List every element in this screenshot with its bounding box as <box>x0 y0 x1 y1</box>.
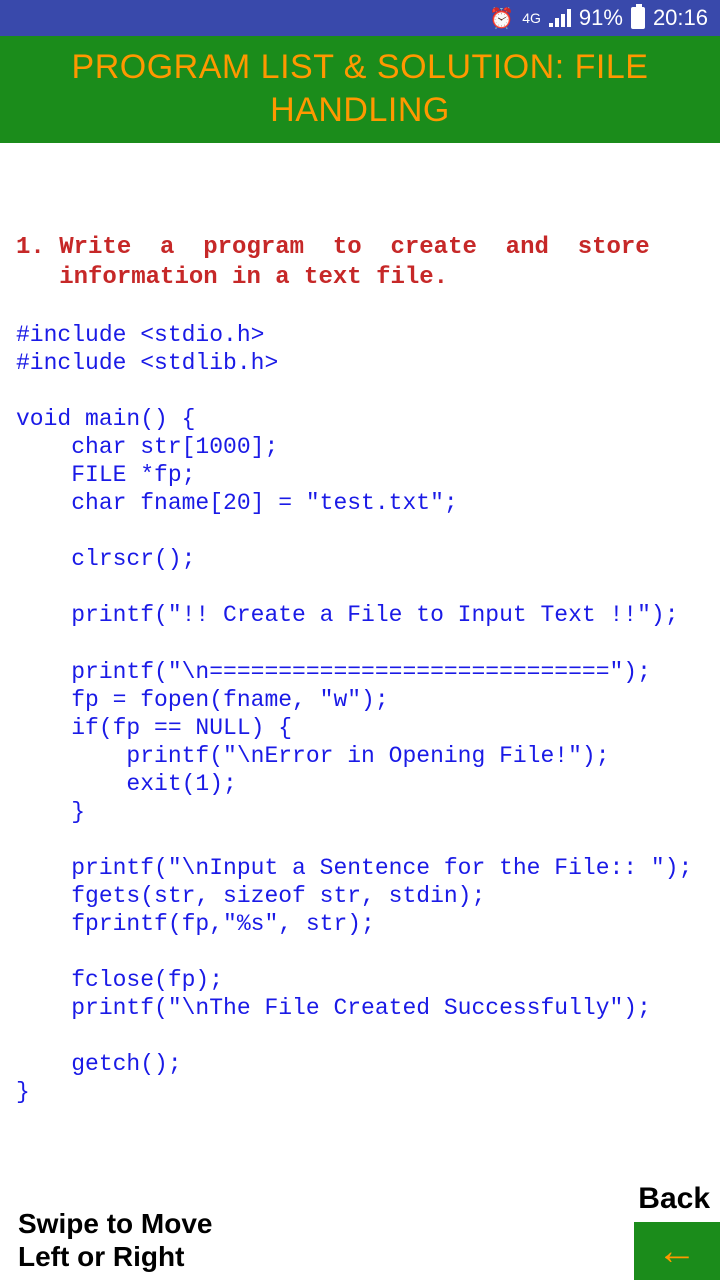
footer: Swipe to Move Left or Right Back ← <box>0 1194 720 1280</box>
content-area[interactable]: 1. Write a program to create and store i… <box>0 143 720 1223</box>
back-arrow-icon: ← <box>657 1229 697 1274</box>
battery-percent: 91% <box>579 5 623 31</box>
signal-icon <box>549 9 571 27</box>
alarm-icon: ⏰ <box>489 6 514 31</box>
back-button[interactable]: ← <box>634 1222 720 1280</box>
clock: 20:16 <box>653 5 708 31</box>
network-indicator: 4G <box>522 11 541 25</box>
page-title: PROGRAM LIST & SOLUTION: FILE HANDLING <box>0 36 720 143</box>
code-block: #include <stdio.h> #include <stdlib.h> v… <box>16 321 704 1106</box>
swipe-hint: Swipe to Move Left or Right <box>18 1207 212 1274</box>
back-label: Back <box>638 1182 710 1216</box>
status-bar: ⏰ 4G 91% 20:16 <box>0 0 720 36</box>
battery-icon <box>631 7 645 29</box>
question-text: 1. Write a program to create and store i… <box>16 233 704 293</box>
